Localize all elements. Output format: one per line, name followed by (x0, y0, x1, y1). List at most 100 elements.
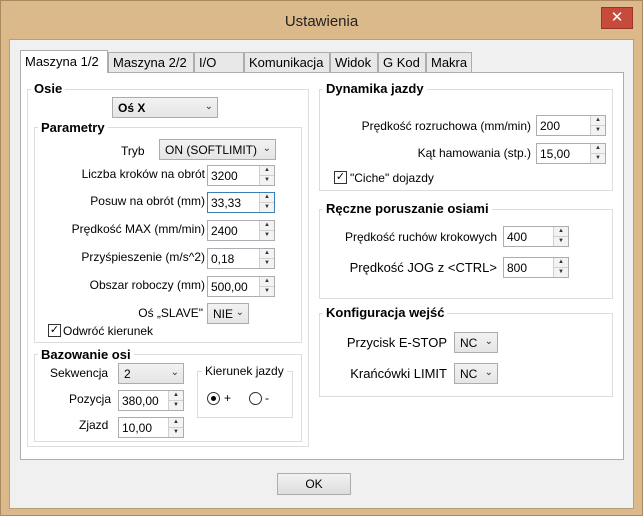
spin-up-icon[interactable]: ▲ (260, 166, 274, 176)
posuw-label: Posuw na obrót (mm) (90, 194, 205, 208)
tab-maszyna-1-2[interactable]: Maszyna 1/2 (20, 50, 108, 73)
spin-down-icon[interactable]: ▼ (260, 287, 274, 296)
window-title: Ustawienia (284, 13, 359, 30)
ok-button[interactable]: OK (277, 473, 351, 495)
przyspieszenie-stepper[interactable]: 0,18 ▲ ▼ (207, 248, 275, 269)
spin-down-icon[interactable]: ▼ (260, 259, 274, 268)
spin-up-icon[interactable]: ▲ (554, 258, 568, 268)
spin-up-icon[interactable]: ▲ (260, 193, 274, 203)
spin-up-icon[interactable]: ▲ (169, 391, 183, 401)
chevron-down-icon: ⌄ (484, 367, 493, 378)
spin-up-icon[interactable]: ▲ (260, 221, 274, 231)
parametry-title: Parametry (38, 120, 108, 135)
odwroc-label: Odwróć kierunek (63, 324, 154, 338)
chevron-down-icon: ⌄ (235, 307, 244, 318)
stepper-arrows: ▲ ▼ (168, 418, 183, 437)
axis-select[interactable]: Oś X ⌄ (112, 97, 218, 118)
rozruch-label: Prędkość rozruchowa (mm/min) (361, 119, 531, 133)
tryb-select[interactable]: ON (SOFTLIMIT) ⌄ (159, 139, 276, 160)
tab-komunikacja[interactable]: Komunikacja (244, 52, 330, 72)
zjazd-value: 10,00 (122, 421, 153, 435)
sekwencja-label: Sekwencja (50, 366, 109, 380)
chevron-down-icon: ⌄ (204, 101, 213, 112)
kroki-value: 3200 (211, 169, 238, 183)
tab-page: Osie Oś X ⌄ Parametry Tryb ON (SOFTLIMIT… (20, 72, 624, 460)
rozruch-value: 200 (540, 119, 561, 133)
spin-up-icon[interactable]: ▲ (169, 418, 183, 428)
spin-down-icon[interactable]: ▼ (260, 176, 274, 185)
tab-io[interactable]: I/O (194, 52, 244, 72)
limit-select[interactable]: NC ⌄ (454, 363, 498, 384)
estop-select[interactable]: NC ⌄ (454, 332, 498, 353)
odwroc-checkbox[interactable]: ✓ (48, 324, 61, 337)
spin-down-icon[interactable]: ▼ (554, 237, 568, 246)
jog-label: Prędkość JOG z <CTRL> (349, 260, 497, 275)
slave-select-value: NIE (213, 307, 234, 321)
spin-down-icon[interactable]: ▼ (591, 154, 605, 163)
posuw-value: 33,33 (211, 196, 242, 210)
spin-down-icon[interactable]: ▼ (169, 428, 183, 437)
spin-up-icon[interactable]: ▲ (260, 249, 274, 259)
reczne-group (319, 209, 613, 299)
predkosc-max-stepper[interactable]: 2400 ▲ ▼ (207, 220, 275, 241)
zjazd-stepper[interactable]: 10,00 ▲ ▼ (118, 417, 184, 438)
spin-up-icon[interactable]: ▲ (591, 144, 605, 154)
stepper-arrows: ▲ ▼ (259, 221, 274, 240)
spin-down-icon[interactable]: ▼ (169, 401, 183, 410)
kierunek-minus-label: - (265, 391, 269, 405)
kierunek-label: Kierunek jazdy (202, 364, 287, 378)
tab-widok[interactable]: Widok (330, 52, 378, 72)
zjazd-label: Zjazd (79, 418, 109, 432)
kat-value: 15,00 (540, 147, 571, 161)
radio-dot (211, 396, 216, 401)
rozruch-stepper[interactable]: 200 ▲ ▼ (536, 115, 606, 136)
tryb-label: Tryb (121, 144, 145, 158)
stepper-arrows: ▲ ▼ (590, 116, 605, 135)
kat-label: Kąt hamowania (stp.) (417, 146, 531, 160)
obszar-stepper[interactable]: 500,00 ▲ ▼ (207, 276, 275, 297)
dialog-client: Maszyna 1/2 Maszyna 2/2 I/O Komunikacja … (9, 39, 634, 509)
title-bar[interactable]: Ustawienia ✕ (1, 1, 642, 39)
pozycja-value: 380,00 (122, 394, 159, 408)
kierunek-minus-radio[interactable] (249, 392, 262, 405)
slave-label: Oś „SLAVE" (138, 306, 203, 320)
close-button[interactable]: ✕ (601, 7, 633, 29)
tab-g-kod[interactable]: G Kod (378, 52, 426, 72)
jog-stepper[interactable]: 800 ▲ ▼ (503, 257, 569, 278)
konfig-group (319, 313, 613, 397)
spin-down-icon[interactable]: ▼ (554, 268, 568, 277)
kroki-stepper[interactable]: 3200 ▲ ▼ (207, 165, 275, 186)
sekwencja-select[interactable]: 2 ⌄ (118, 363, 184, 384)
spin-up-icon[interactable]: ▲ (554, 227, 568, 237)
stepper-arrows: ▲ ▼ (168, 391, 183, 410)
tryb-select-value: ON (SOFTLIMIT) (165, 143, 257, 157)
kierunek-plus-radio[interactable] (207, 392, 220, 405)
kat-stepper[interactable]: 15,00 ▲ ▼ (536, 143, 606, 164)
kroki-label: Liczba kroków na obrót (81, 167, 205, 181)
stepper-arrows: ▲ ▼ (259, 166, 274, 185)
krok-stepper[interactable]: 400 ▲ ▼ (503, 226, 569, 247)
spin-up-icon[interactable]: ▲ (591, 116, 605, 126)
limit-label: Krańcówki LIMIT (350, 366, 447, 381)
posuw-stepper[interactable]: 33,33 ▲ ▼ (207, 192, 275, 213)
spin-down-icon[interactable]: ▼ (591, 126, 605, 135)
pozycja-stepper[interactable]: 380,00 ▲ ▼ (118, 390, 184, 411)
ciche-label: "Ciche" dojazdy (350, 171, 434, 185)
slave-select[interactable]: NIE ⌄ (207, 303, 249, 324)
obszar-value: 500,00 (211, 280, 248, 294)
tab-maszyna-2-2[interactable]: Maszyna 2/2 (108, 52, 194, 72)
chevron-down-icon: ⌄ (170, 367, 179, 378)
spin-down-icon[interactable]: ▼ (260, 203, 274, 212)
sekwencja-select-value: 2 (124, 367, 131, 381)
tab-makra[interactable]: Makra (426, 52, 472, 72)
spin-up-icon[interactable]: ▲ (260, 277, 274, 287)
estop-label: Przycisk E-STOP (346, 335, 447, 350)
bazowanie-title: Bazowanie osi (38, 347, 134, 362)
spin-down-icon[interactable]: ▼ (260, 231, 274, 240)
stepper-arrows: ▲ ▼ (259, 277, 274, 296)
stepper-arrows: ▲ ▼ (259, 249, 274, 268)
predkosc-max-label: Prędkość MAX (mm/min) (71, 222, 205, 236)
ciche-checkbox[interactable]: ✓ (334, 171, 347, 184)
dynamika-title: Dynamika jazdy (323, 81, 427, 96)
stepper-arrows: ▲ ▼ (553, 227, 568, 246)
